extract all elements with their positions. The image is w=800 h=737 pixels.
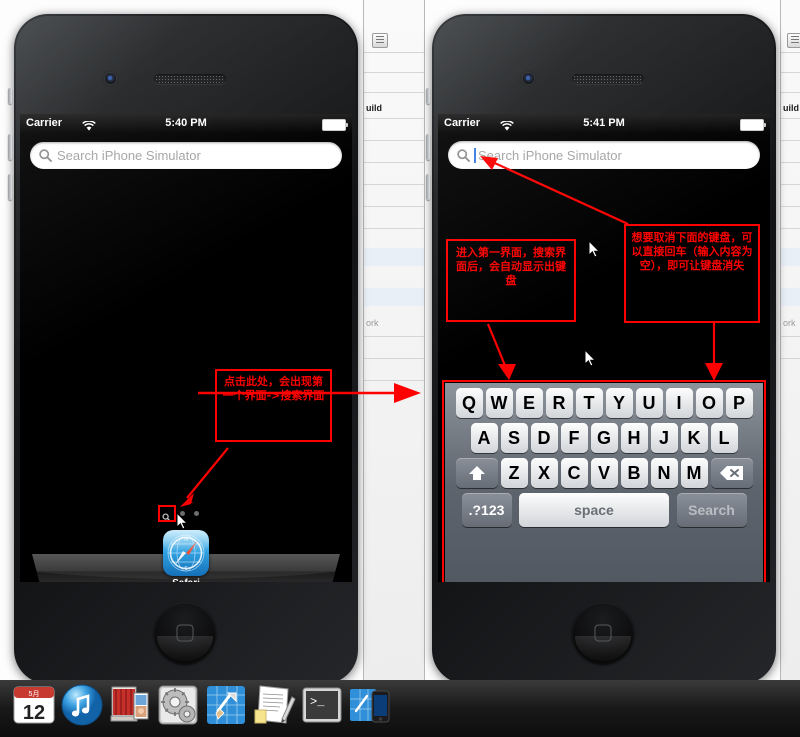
iphone-simulator-left: Carrier 5:40 PM Search iPhone Simulator: [8, 10, 362, 688]
key-x[interactable]: X: [530, 458, 558, 488]
between-phones-arrow: [198, 383, 421, 403]
volume-up-button[interactable]: [8, 134, 12, 160]
list-icon: [372, 33, 388, 48]
mouse-cursor: [588, 239, 601, 259]
key-p[interactable]: P: [725, 388, 753, 418]
key-i[interactable]: I: [665, 388, 693, 418]
numeric-key[interactable]: .?123: [461, 493, 512, 527]
key-o[interactable]: O: [695, 388, 723, 418]
key-n[interactable]: N: [650, 458, 678, 488]
dock-item-terminal[interactable]: >_: [300, 683, 344, 727]
key-g[interactable]: G: [590, 423, 618, 453]
background-window-right: uild ork: [780, 0, 800, 737]
earpiece-speaker-icon: [572, 74, 644, 84]
silent-switch[interactable]: [426, 88, 430, 104]
dock-item-xcode[interactable]: [204, 683, 248, 727]
dock-item-iphoto[interactable]: [108, 683, 152, 727]
search-placeholder: Search iPhone Simulator: [57, 148, 201, 163]
terminal-prompt: >_: [310, 695, 325, 709]
svg-text:5月: 5月: [29, 690, 40, 698]
annotation-keyboard-autoshow: 进入第一界面，搜索界面后，会自动显示出键盘: [446, 239, 576, 322]
space-key[interactable]: space: [519, 493, 669, 527]
volume-down-button[interactable]: [8, 174, 12, 200]
key-r[interactable]: R: [545, 388, 573, 418]
safari-app-icon[interactable]: N S: [163, 530, 209, 576]
left-screen: Carrier 5:40 PM Search iPhone Simulator: [20, 114, 352, 582]
key-k[interactable]: K: [680, 423, 708, 453]
earpiece-speaker-icon: [154, 74, 226, 84]
mouse-cursor-keyboard: [584, 348, 597, 368]
front-camera-icon: [523, 73, 534, 84]
key-e[interactable]: E: [515, 388, 543, 418]
front-camera-icon: [105, 73, 116, 84]
bgwin-framework-label: ork: [366, 318, 379, 328]
key-h[interactable]: H: [620, 423, 648, 453]
dock-item-textedit[interactable]: [252, 683, 296, 727]
list-icon: [787, 33, 800, 48]
home-button-icon[interactable]: [154, 602, 216, 664]
annotation-dismiss-keyboard: 想要取消下面的键盘，可以直接回车（输入内容为空），即可让键盘消失: [624, 224, 760, 323]
key-j[interactable]: J: [650, 423, 678, 453]
key-t[interactable]: T: [575, 388, 603, 418]
macos-dock[interactable]: 5月 12 >_: [0, 680, 800, 737]
dock-item-ios-simulator[interactable]: [348, 683, 392, 727]
shift-up-arrow-icon[interactable]: [455, 458, 498, 488]
keyboard-row-3: Z X C V B N M: [447, 458, 761, 488]
search-icon: [39, 149, 52, 162]
annotation-arrow-left-down: [486, 323, 516, 380]
backspace-delete-icon[interactable]: [710, 458, 753, 488]
right-screen: Carrier 5:41 PM Search iPhone Simulator …: [438, 114, 770, 582]
status-time: 5:41 PM: [583, 117, 625, 129]
volume-down-button[interactable]: [426, 174, 430, 200]
key-m[interactable]: M: [680, 458, 708, 488]
keyboard-row-4: .?123 space Search: [447, 493, 761, 527]
calendar-day: 12: [23, 702, 45, 724]
key-f[interactable]: F: [560, 423, 588, 453]
annotation-arrow-to-search-dot: [180, 447, 229, 507]
battery-icon: [740, 119, 766, 131]
volume-up-button[interactable]: [426, 134, 430, 160]
dock-item-system-preferences[interactable]: [156, 683, 200, 727]
bgwin-build-label-2: uild: [783, 103, 799, 113]
key-a[interactable]: A: [470, 423, 498, 453]
right-status-bar: Carrier 5:41 PM: [438, 114, 770, 134]
key-u[interactable]: U: [635, 388, 663, 418]
safari-app-label: Safari: [20, 578, 352, 582]
spotlight-search-field-left[interactable]: Search iPhone Simulator: [30, 142, 342, 169]
onscreen-keyboard[interactable]: Q W E R T Y U I O P A S D F G H J K L Z …: [445, 383, 763, 582]
background-window-left: uild search-icon ork: [363, 0, 425, 737]
silent-switch[interactable]: [8, 88, 12, 104]
mouse-cursor: [176, 511, 189, 531]
annotation-arrow-to-caret: [480, 156, 629, 226]
iphone-simulator-right: Carrier 5:41 PM Search iPhone Simulator …: [426, 10, 780, 688]
key-s[interactable]: S: [500, 423, 528, 453]
keyboard-row-1: Q W E R T Y U I O P: [447, 388, 761, 418]
key-l[interactable]: L: [710, 423, 738, 453]
bgwin-build-label: uild: [366, 103, 382, 113]
key-c[interactable]: C: [560, 458, 588, 488]
key-b[interactable]: B: [620, 458, 648, 488]
key-q[interactable]: Q: [455, 388, 483, 418]
bgwin-framework-label-2: ork: [783, 318, 796, 328]
key-z[interactable]: Z: [500, 458, 528, 488]
key-d[interactable]: D: [530, 423, 558, 453]
keyboard-row-2: A S D F G H J K L: [447, 423, 761, 453]
key-v[interactable]: V: [590, 458, 618, 488]
dock-item-calendar[interactable]: 5月 12: [12, 683, 56, 727]
status-time: 5:40 PM: [165, 117, 207, 129]
battery-icon: [322, 119, 348, 131]
dock-item-itunes[interactable]: [60, 683, 104, 727]
home-button-icon[interactable]: [572, 602, 634, 664]
key-w[interactable]: W: [485, 388, 513, 418]
key-y[interactable]: Y: [605, 388, 633, 418]
search-return-key[interactable]: Search: [676, 493, 747, 527]
left-status-bar: Carrier 5:40 PM: [20, 114, 352, 134]
annotation-arrow-right-down: [705, 323, 723, 381]
